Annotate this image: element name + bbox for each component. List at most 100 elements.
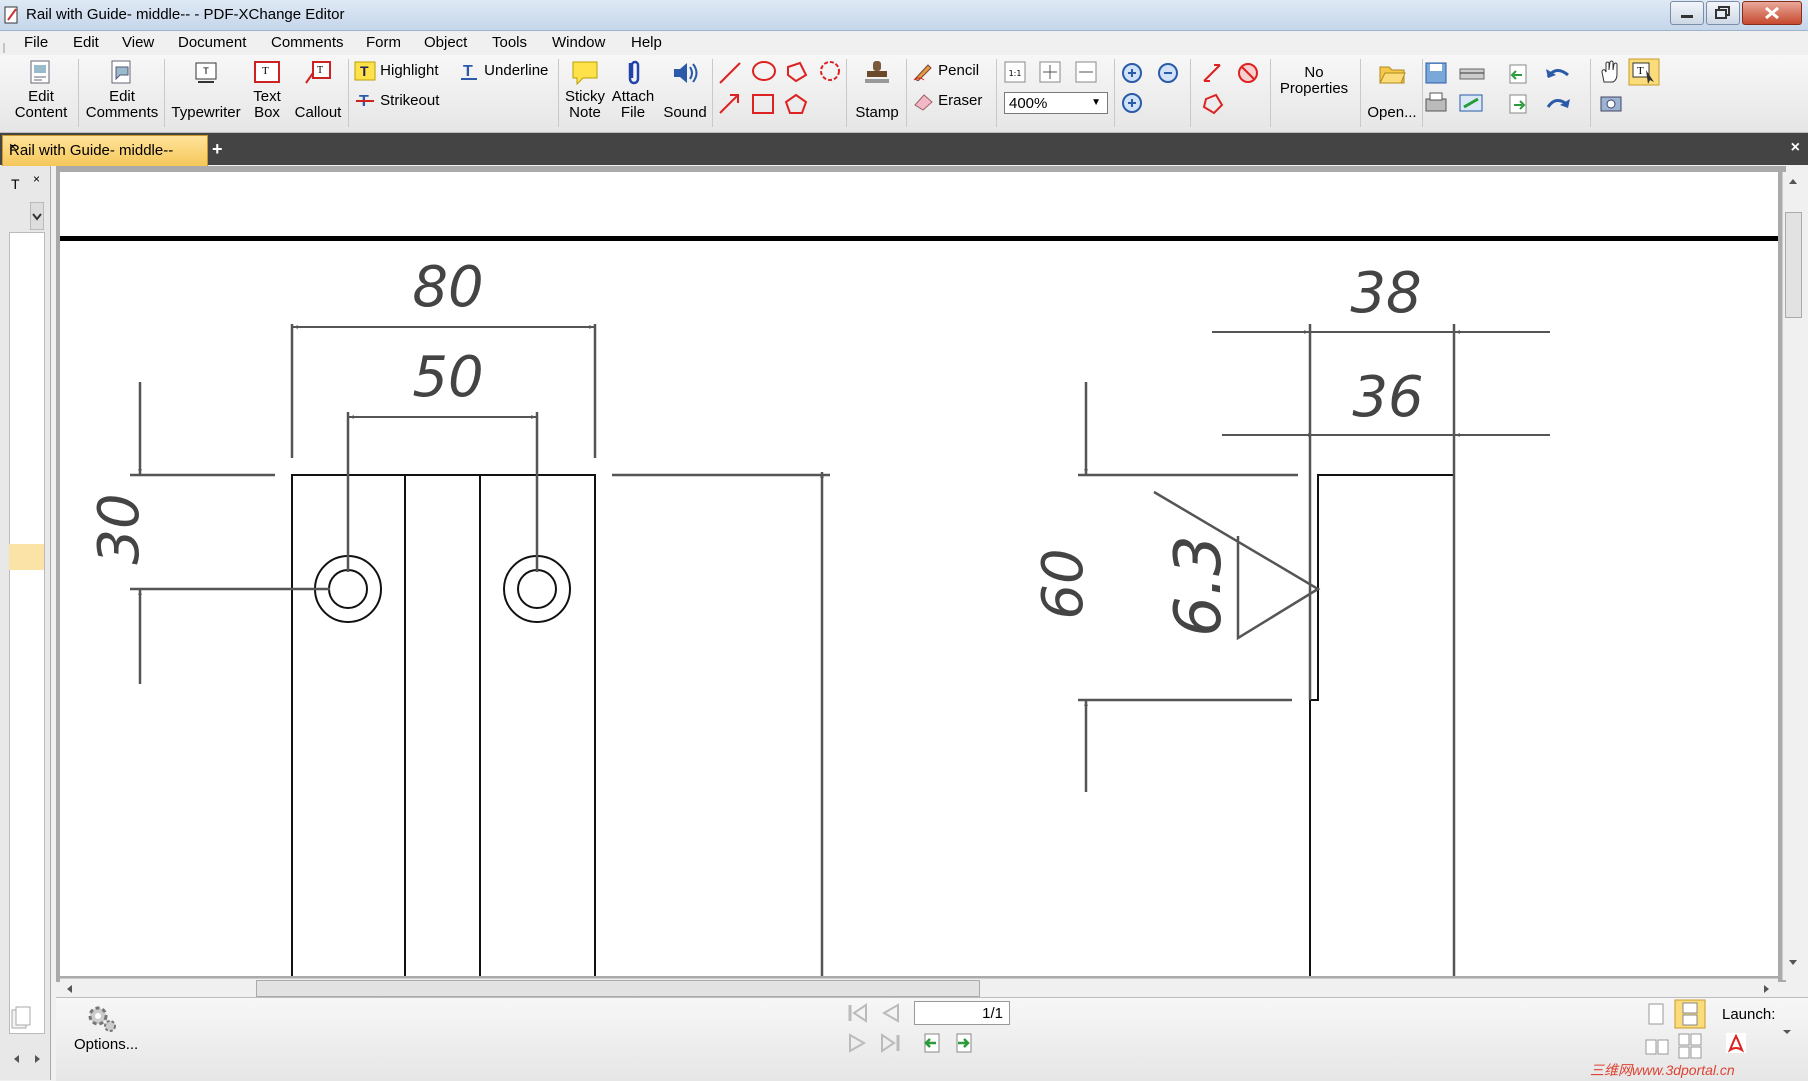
maximize-button[interactable]: [1706, 1, 1740, 25]
scroll-down-icon[interactable]: [1787, 958, 1799, 968]
area-icon[interactable]: [1238, 63, 1258, 83]
menu-view[interactable]: View: [122, 34, 154, 51]
scanner-icon[interactable]: [1459, 68, 1485, 80]
ellipse-tool-icon[interactable]: [752, 61, 776, 81]
panel-pages-icon[interactable]: [10, 1006, 34, 1032]
text-box-label-2: Box: [254, 104, 280, 121]
typewriter-button[interactable]: T Typewriter: [166, 59, 246, 121]
close-window-button[interactable]: [1742, 1, 1802, 25]
distance-icon[interactable]: [1203, 64, 1221, 82]
minimize-button[interactable]: [1670, 1, 1704, 25]
edit-content-button[interactable]: Edit Content: [10, 59, 72, 121]
vertical-scroll-thumb[interactable]: [1785, 212, 1802, 318]
highlight-icon: T: [354, 61, 376, 81]
pencil-button[interactable]: Pencil: [912, 61, 980, 82]
pentagon-tool-icon[interactable]: [784, 93, 808, 114]
nav-back-view-icon[interactable]: [920, 1032, 944, 1054]
sound-button[interactable]: Sound: [660, 59, 710, 121]
tab-rail-with-guide[interactable]: Rail with Guide- middle-- ×: [2, 135, 208, 166]
actual-size-icon[interactable]: 1:1: [1004, 61, 1026, 83]
snapshot-icon[interactable]: [1598, 91, 1624, 115]
menu-tools[interactable]: Tools: [492, 34, 527, 51]
rectangle-tool-icon[interactable]: [752, 94, 774, 114]
zoom-plus-icon[interactable]: [1122, 93, 1142, 113]
close-all-tabs-icon[interactable]: ×: [1791, 139, 1800, 157]
menu-form[interactable]: Form: [366, 34, 401, 51]
pdf-page[interactable]: 80 50 30 38 36 60 6.3: [60, 172, 1778, 976]
print-icon[interactable]: [1425, 92, 1447, 112]
panel-scroll-left-icon[interactable]: [10, 1052, 24, 1066]
save-icon[interactable]: [1425, 62, 1447, 84]
tab-close-icon[interactable]: ×: [9, 139, 201, 154]
pencil-label: Pencil: [938, 61, 980, 79]
select-text-icon[interactable]: T: [1628, 58, 1660, 86]
menu-comments[interactable]: Comments: [271, 34, 344, 51]
stamp-button[interactable]: Stamp: [850, 59, 904, 121]
zoom-out-icon[interactable]: [1158, 63, 1178, 83]
menu-window[interactable]: Window: [552, 34, 605, 51]
horizontal-scroll-thumb[interactable]: [256, 980, 980, 997]
arrow-tool-icon[interactable]: [719, 94, 739, 114]
undo-icon[interactable]: [1546, 69, 1569, 78]
nav-first-page-icon[interactable]: [846, 1002, 870, 1024]
vertical-scrollbar[interactable]: [1782, 172, 1803, 980]
menu-help[interactable]: Help: [631, 34, 662, 51]
cloud-tool-icon[interactable]: [820, 61, 840, 81]
menu-object[interactable]: Object: [424, 34, 467, 51]
redo-icon[interactable]: [1546, 99, 1570, 108]
panel-scroll-right-icon[interactable]: [30, 1052, 44, 1066]
email-icon[interactable]: [1459, 94, 1483, 112]
export-icon[interactable]: [1509, 94, 1527, 114]
continuous-view-icon[interactable]: [1674, 999, 1706, 1029]
launch-chevron-icon[interactable]: [1782, 1028, 1792, 1036]
nav-forward-view-icon[interactable]: [952, 1032, 976, 1054]
continuous-facing-view-icon[interactable]: [1676, 1032, 1704, 1060]
open-button[interactable]: Open...: [1364, 59, 1420, 121]
properties-button[interactable]: No Properties: [1274, 65, 1354, 97]
scroll-up-icon[interactable]: [1787, 176, 1799, 186]
left-panel: T ×: [0, 166, 51, 1080]
horizontal-scrollbar[interactable]: [60, 978, 1778, 997]
no-properties-label: No: [1304, 64, 1324, 81]
nav-next-page-icon[interactable]: [846, 1032, 870, 1054]
underline-label: Underline: [484, 61, 549, 79]
highlight-button[interactable]: T Highlight: [354, 61, 439, 81]
attach-file-button[interactable]: Attach File: [608, 59, 658, 121]
underline-button[interactable]: T Underline: [458, 61, 548, 81]
options-button[interactable]: Options...: [74, 1036, 138, 1053]
import-icon[interactable]: [1509, 64, 1527, 84]
strikeout-button[interactable]: T Strikeout: [354, 91, 439, 111]
menu-document[interactable]: Document: [178, 34, 246, 51]
scroll-left-icon[interactable]: [64, 983, 74, 995]
hand-tool-icon[interactable]: [1598, 60, 1622, 84]
panel-dropdown-icon[interactable]: [30, 202, 44, 230]
panel-tab-label[interactable]: T: [11, 176, 20, 192]
document-tab-bar: Rail with Guide- middle-- × + ×: [0, 133, 1808, 166]
folder-open-icon: [1379, 66, 1406, 84]
panel-close-icon[interactable]: ×: [33, 172, 40, 186]
zoom-select[interactable]: 400% ▼: [1004, 92, 1108, 114]
gear-icon[interactable]: [84, 1002, 118, 1034]
perimeter-icon[interactable]: [1202, 93, 1224, 115]
text-box-button[interactable]: T Text Box: [248, 59, 286, 121]
fit-page-icon[interactable]: [1039, 61, 1061, 83]
page-number-input[interactable]: 1/1: [914, 1001, 1010, 1025]
callout-button[interactable]: T Callout: [290, 59, 346, 121]
scroll-right-icon[interactable]: [1762, 983, 1772, 995]
facing-view-icon[interactable]: [1644, 1036, 1670, 1058]
line-tool-icon[interactable]: [719, 62, 741, 84]
edit-comments-button[interactable]: Edit Comments: [84, 59, 160, 121]
zoom-in-icon[interactable]: [1122, 63, 1142, 83]
nav-prev-page-icon[interactable]: [878, 1002, 902, 1024]
single-page-view-icon[interactable]: [1644, 1002, 1668, 1028]
nav-last-page-icon[interactable]: [878, 1032, 902, 1054]
fit-width-icon[interactable]: [1075, 61, 1097, 83]
menu-file[interactable]: File: [24, 34, 48, 51]
eraser-button[interactable]: Eraser: [912, 91, 982, 111]
acrobat-icon[interactable]: [1724, 1032, 1748, 1054]
sticky-note-button[interactable]: Sticky Note: [562, 59, 608, 121]
panel-selected-item[interactable]: [9, 544, 44, 570]
menu-edit[interactable]: Edit: [73, 34, 99, 51]
polygon-tool-icon[interactable]: [787, 61, 808, 83]
new-tab-button[interactable]: +: [212, 139, 223, 160]
